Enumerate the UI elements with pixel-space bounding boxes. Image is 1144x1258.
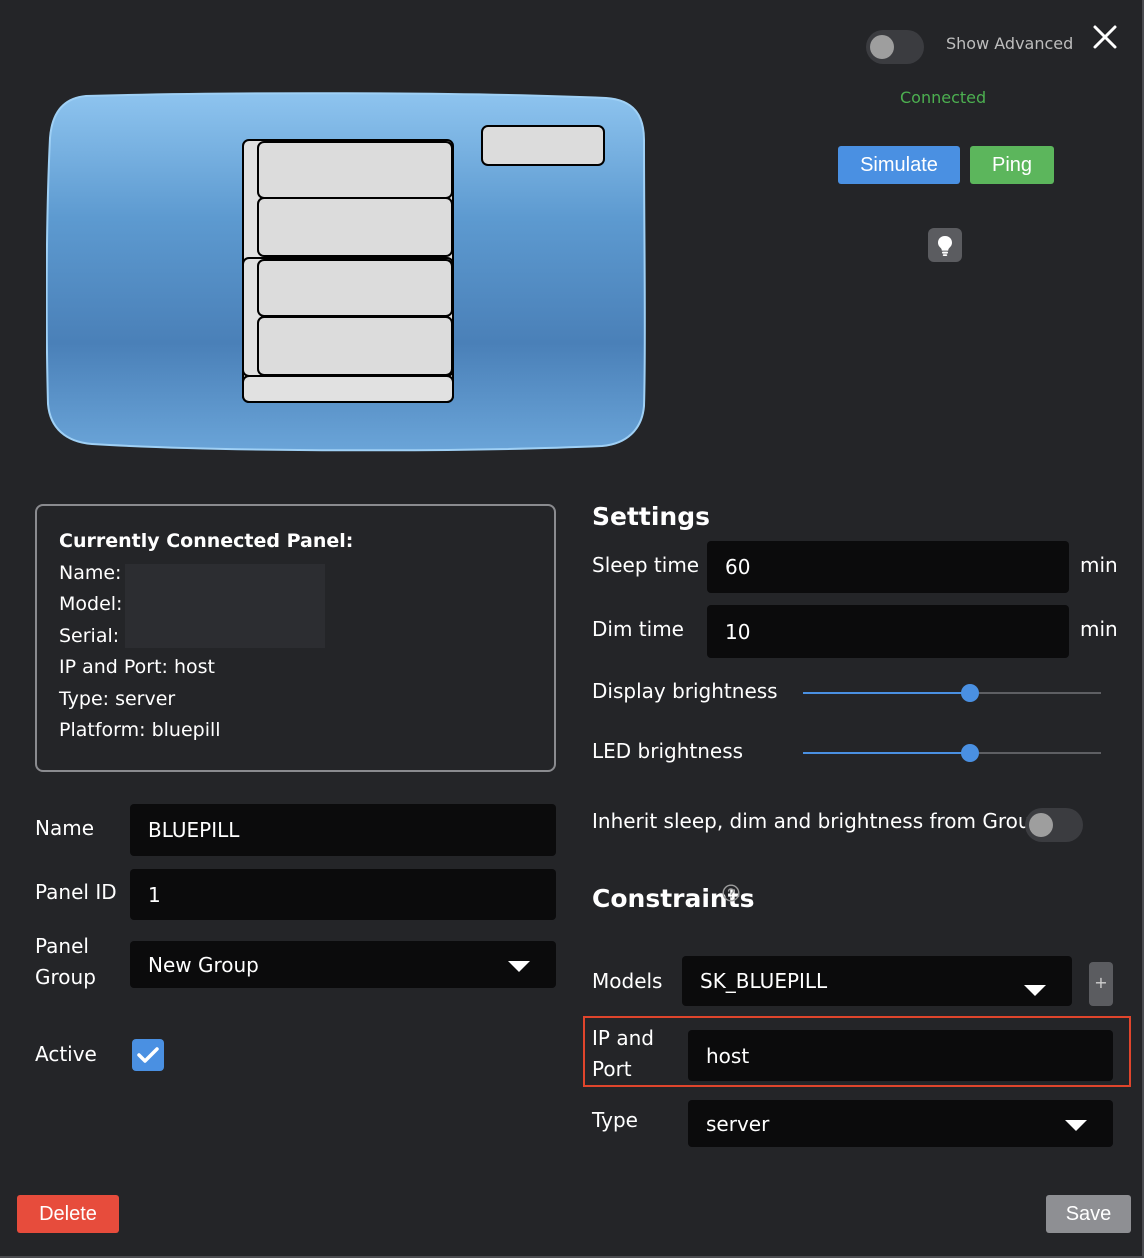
lightbulb-icon bbox=[938, 236, 952, 256]
chevron-down-icon bbox=[1065, 1120, 1087, 1131]
save-button[interactable]: Save bbox=[1046, 1195, 1131, 1233]
chevron-down-icon bbox=[1024, 985, 1046, 996]
models-select[interactable]: SK_BLUEPILL bbox=[682, 956, 1072, 1006]
led-brightness-label: LED brightness bbox=[592, 739, 744, 763]
name-input[interactable]: BLUEPILL bbox=[130, 804, 556, 856]
ip-port-label: IP and bbox=[592, 1026, 654, 1050]
panel-group-select-value: New Group bbox=[148, 952, 259, 977]
add-model-button[interactable]: + bbox=[1089, 962, 1113, 1006]
connected-panel-info: Currently Connected Panel: Name: Model: … bbox=[35, 504, 556, 772]
led-brightness-slider[interactable] bbox=[803, 744, 1101, 762]
connection-status: Connected bbox=[900, 88, 987, 107]
ip-port-input[interactable]: host bbox=[688, 1030, 1113, 1081]
dim-time-input[interactable]: 10 bbox=[707, 605, 1069, 658]
panel-platform-info: Platform: bluepill bbox=[59, 719, 221, 741]
ip-port-value: host bbox=[706, 1043, 750, 1068]
close-button[interactable] bbox=[1090, 22, 1120, 52]
toggle-knob bbox=[870, 35, 894, 59]
models-select-value: SK_BLUEPILL bbox=[700, 969, 828, 993]
inherit-label: Inherit sleep, dim and brightness from G… bbox=[592, 809, 1044, 833]
device-display bbox=[242, 139, 454, 403]
chevron-down-icon bbox=[508, 961, 530, 972]
device-small-display bbox=[481, 125, 605, 166]
panel-serial-info: Serial: bbox=[59, 625, 120, 647]
panel-ip-info: IP and Port: host bbox=[59, 656, 216, 678]
show-advanced-toggle[interactable] bbox=[866, 30, 924, 64]
models-label: Models bbox=[592, 969, 663, 993]
display-brightness-thumb[interactable] bbox=[961, 684, 979, 702]
help-button[interactable] bbox=[722, 884, 740, 902]
panel-name-info: Name: bbox=[59, 562, 122, 584]
dim-time-label: Dim time bbox=[592, 617, 684, 641]
panel-group-label-line2: Group bbox=[35, 965, 96, 989]
delete-button[interactable]: Delete bbox=[17, 1195, 119, 1233]
panel-model-info: Model: bbox=[59, 593, 123, 615]
checkmark-icon bbox=[137, 1047, 159, 1063]
settings-heading: Settings bbox=[592, 502, 711, 531]
sleep-time-input[interactable]: 60 bbox=[707, 541, 1069, 593]
panel-group-label: Panel bbox=[35, 934, 89, 958]
panel-id-input-value: 1 bbox=[148, 882, 161, 907]
identify-button[interactable] bbox=[928, 228, 962, 262]
panel-id-input[interactable]: 1 bbox=[130, 869, 556, 920]
inherit-toggle-knob bbox=[1029, 813, 1053, 837]
active-label: Active bbox=[35, 1042, 97, 1066]
inherit-toggle[interactable] bbox=[1025, 808, 1083, 842]
help-icon bbox=[722, 884, 740, 902]
name-label: Name bbox=[35, 816, 95, 840]
sleep-time-value: 60 bbox=[725, 555, 751, 579]
display-brightness-slider[interactable] bbox=[803, 684, 1101, 702]
sleep-time-label: Sleep time bbox=[592, 553, 700, 577]
type-label: Type bbox=[592, 1108, 638, 1132]
ping-button[interactable]: Ping bbox=[970, 146, 1054, 184]
panel-group-select[interactable]: New Group bbox=[130, 941, 556, 988]
display-brightness-label: Display brightness bbox=[592, 679, 778, 703]
ip-port-label-line2: Port bbox=[592, 1057, 632, 1081]
redaction-block bbox=[125, 564, 325, 648]
sleep-time-unit: min bbox=[1080, 553, 1118, 577]
type-select-value: server bbox=[706, 1111, 770, 1136]
dim-time-unit: min bbox=[1080, 617, 1118, 641]
type-select[interactable]: server bbox=[688, 1100, 1113, 1147]
device-preview bbox=[45, 90, 648, 452]
dim-time-value: 10 bbox=[725, 619, 751, 644]
name-input-value: BLUEPILL bbox=[148, 818, 240, 842]
show-advanced-label: Show Advanced bbox=[946, 34, 1074, 53]
close-icon bbox=[1093, 25, 1117, 49]
led-brightness-fill bbox=[803, 752, 970, 754]
active-checkbox[interactable] bbox=[132, 1039, 164, 1071]
simulate-button[interactable]: Simulate bbox=[838, 146, 960, 184]
panel-type-info: Type: server bbox=[59, 688, 176, 710]
led-brightness-thumb[interactable] bbox=[961, 744, 979, 762]
display-brightness-fill bbox=[803, 692, 970, 694]
connected-panel-heading: Currently Connected Panel: bbox=[59, 530, 354, 552]
panel-id-label: Panel ID bbox=[35, 880, 117, 904]
